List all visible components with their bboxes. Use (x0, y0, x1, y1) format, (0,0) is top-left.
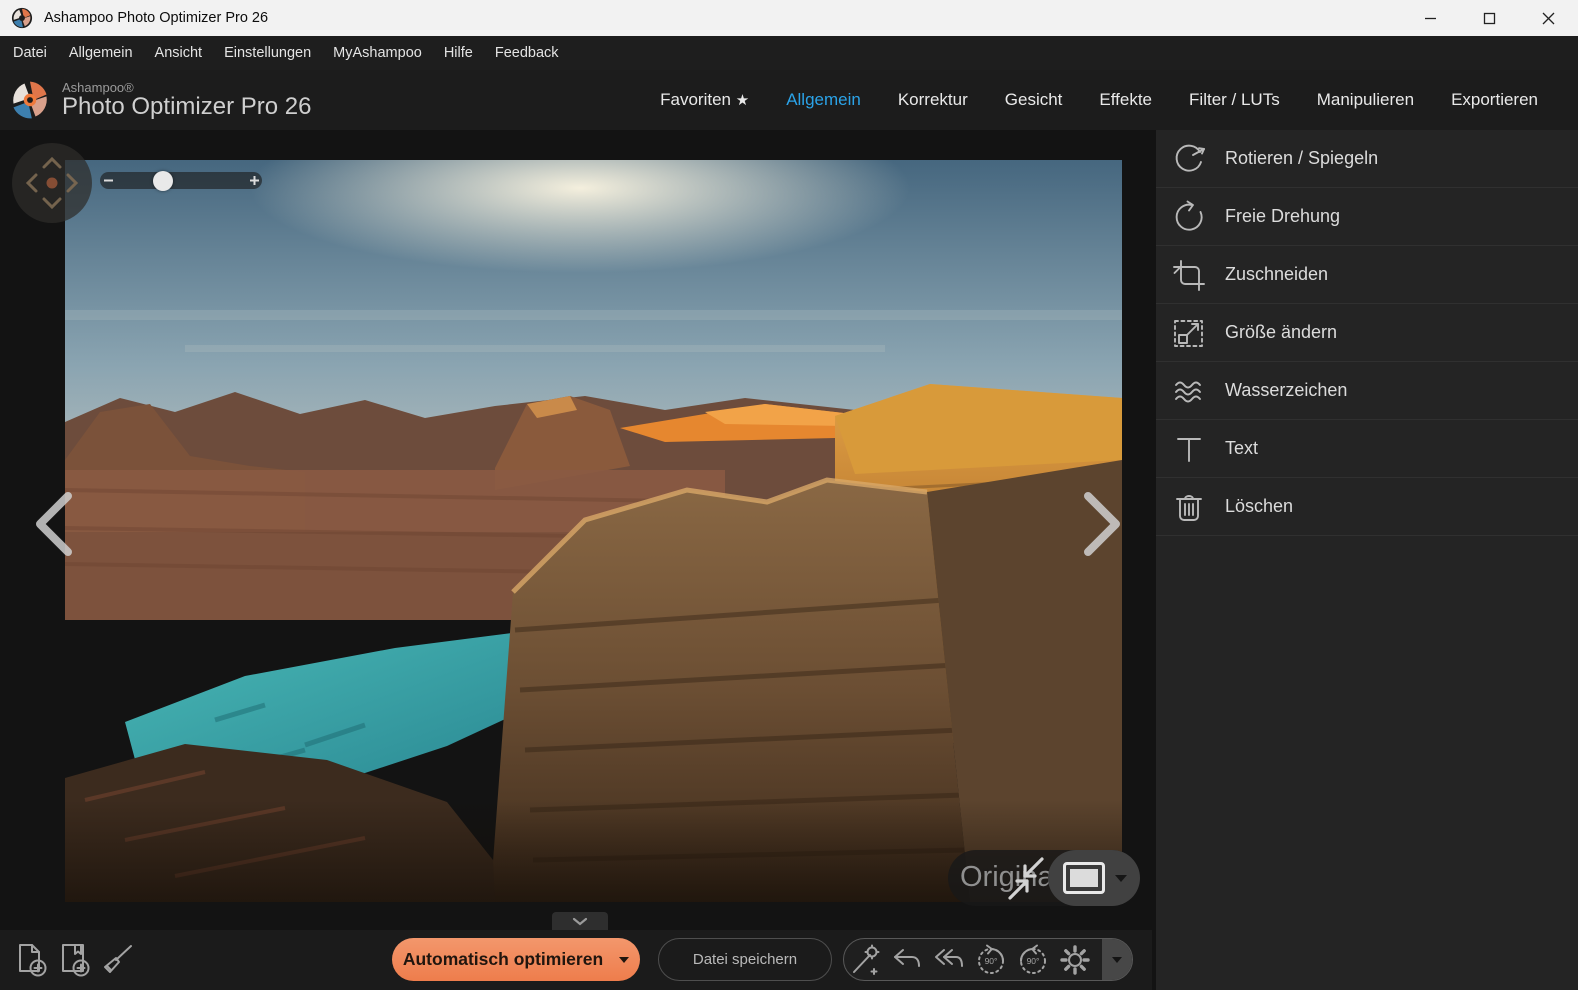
rotate-right-90-button[interactable]: 90° (1012, 940, 1054, 980)
menu-feedback[interactable]: Feedback (484, 45, 570, 61)
auto-optimize-button[interactable]: Automatisch optimieren (392, 938, 640, 981)
photo-image (65, 160, 1122, 902)
watermark-icon (1171, 373, 1207, 409)
chevron-down-icon (1112, 957, 1122, 963)
menu-einstellungen[interactable]: Einstellungen (213, 45, 322, 61)
app-logo-icon (11, 7, 33, 29)
tool-rotate-mirror[interactable]: Rotieren / Spiegeln (1156, 130, 1578, 188)
star-icon: ★ (736, 92, 749, 109)
tab-effekte[interactable]: Effekte (1099, 90, 1152, 110)
menubar: Datei Allgemein Ansicht Einstellungen My… (0, 36, 1578, 70)
main-nav-tabs: Favoriten ★ Allgemein Korrektur Gesicht … (660, 90, 1578, 110)
zoom-slider[interactable] (100, 172, 262, 189)
tools-sidebar: Rotieren / Spiegeln Freie Drehung Zuschn… (1156, 130, 1578, 990)
tool-crop[interactable]: Zuschneiden (1156, 246, 1578, 304)
magic-wand-button[interactable] (844, 940, 886, 980)
previous-image-button[interactable] (32, 492, 76, 556)
add-image-button[interactable] (12, 941, 50, 979)
tool-delete[interactable]: Löschen (1156, 478, 1578, 536)
zoom-slider-knob[interactable] (153, 171, 173, 191)
tab-manipulieren[interactable]: Manipulieren (1317, 90, 1414, 110)
fit-to-screen-icon[interactable] (1002, 856, 1050, 902)
menu-hilfe[interactable]: Hilfe (433, 45, 484, 61)
tool-label: Zuschneiden (1225, 264, 1328, 285)
next-image-button[interactable] (1080, 492, 1124, 556)
brand-logo: Ashampoo® Photo Optimizer Pro 26 (8, 78, 311, 122)
chevron-left-icon (32, 492, 76, 556)
menu-datei[interactable]: Datei (2, 45, 58, 61)
menu-allgemein[interactable]: Allgemein (58, 45, 144, 61)
tab-filter-luts[interactable]: Filter / LUTs (1189, 90, 1280, 110)
maximize-button[interactable] (1460, 0, 1519, 36)
view-mode-control (1048, 850, 1140, 906)
tool-watermark[interactable]: Wasserzeichen (1156, 362, 1578, 420)
settings-button[interactable] (1054, 940, 1096, 980)
tool-free-rotation[interactable]: Freie Drehung (1156, 188, 1578, 246)
tab-korrektur[interactable]: Korrektur (898, 90, 968, 110)
compare-overlay: Original (948, 850, 1140, 906)
pan-arrows-icon (12, 143, 92, 223)
tool-text[interactable]: Text (1156, 420, 1578, 478)
quick-actions-bar: 90° 90° (843, 938, 1133, 981)
magic-wand-icon (848, 943, 882, 977)
menu-myashampoo[interactable]: MyAshampoo (322, 45, 433, 61)
header: Ashampoo® Photo Optimizer Pro 26 Favorit… (0, 70, 1578, 130)
quick-actions-dropdown[interactable] (1102, 939, 1132, 980)
tab-allgemein[interactable]: Allgemein (786, 90, 861, 110)
chevron-down-icon (572, 917, 588, 926)
resize-icon (1171, 315, 1207, 351)
chevron-right-icon (1080, 492, 1124, 556)
tool-resize[interactable]: Größe ändern (1156, 304, 1578, 362)
brand-swirl-icon (8, 78, 52, 122)
toolbar-collapse-handle[interactable] (552, 912, 608, 930)
window-controls (1401, 0, 1578, 36)
text-icon (1171, 431, 1207, 467)
auto-optimize-dropdown-icon[interactable] (619, 957, 629, 963)
trash-icon (1171, 489, 1207, 525)
view-mode-dropdown-icon[interactable] (1115, 875, 1127, 882)
rotate-mirror-icon (1171, 141, 1207, 177)
gear-icon (1058, 943, 1092, 977)
pan-pad[interactable] (12, 143, 92, 223)
tab-gesicht[interactable]: Gesicht (1005, 90, 1063, 110)
crop-icon (1171, 257, 1207, 293)
window-title: Ashampoo Photo Optimizer Pro 26 (44, 10, 268, 26)
titlebar: Ashampoo Photo Optimizer Pro 26 (0, 0, 1578, 36)
save-file-button[interactable]: Datei speichern (658, 938, 832, 981)
tool-label: Freie Drehung (1225, 206, 1340, 227)
photo-canvas: Original (0, 130, 1152, 930)
bottom-toolbar: Automatisch optimieren Datei speichern (0, 930, 1152, 990)
brand-company: Ashampoo® (62, 81, 311, 95)
close-button[interactable] (1519, 0, 1578, 36)
zoom-in-icon[interactable] (246, 172, 262, 189)
tool-label: Wasserzeichen (1225, 380, 1347, 401)
undo-all-icon (932, 943, 966, 977)
rotate-left-90-icon: 90° (973, 942, 1009, 978)
tool-label: Löschen (1225, 496, 1293, 517)
rotate-right-90-icon: 90° (1015, 942, 1051, 978)
zoom-out-icon[interactable] (100, 172, 116, 189)
tool-label: Größe ändern (1225, 322, 1337, 343)
brand-product: Photo Optimizer Pro 26 (62, 94, 311, 119)
add-image-from-file-button[interactable] (55, 941, 93, 979)
undo-icon (890, 943, 924, 977)
compare-view-thumb (1070, 869, 1098, 887)
tool-label: Text (1225, 438, 1258, 459)
undo-all-button[interactable] (928, 940, 970, 980)
auto-optimize-label: Automatisch optimieren (403, 949, 603, 970)
tab-exportieren[interactable]: Exportieren (1451, 90, 1538, 110)
undo-button[interactable] (886, 940, 928, 980)
free-rotation-icon (1171, 199, 1207, 235)
tab-favoriten[interactable]: Favoriten ★ (660, 90, 749, 110)
menu-ansicht[interactable]: Ansicht (144, 45, 214, 61)
clear-list-button[interactable] (97, 941, 135, 979)
rotate-left-90-button[interactable]: 90° (970, 940, 1012, 980)
zoom-slider-track[interactable] (116, 172, 246, 189)
svg-text:90°: 90° (985, 956, 998, 966)
tool-label: Rotieren / Spiegeln (1225, 148, 1378, 169)
save-file-label: Datei speichern (693, 951, 797, 968)
minimize-button[interactable] (1401, 0, 1460, 36)
svg-text:90°: 90° (1027, 956, 1040, 966)
compare-view-button[interactable] (1063, 862, 1105, 894)
